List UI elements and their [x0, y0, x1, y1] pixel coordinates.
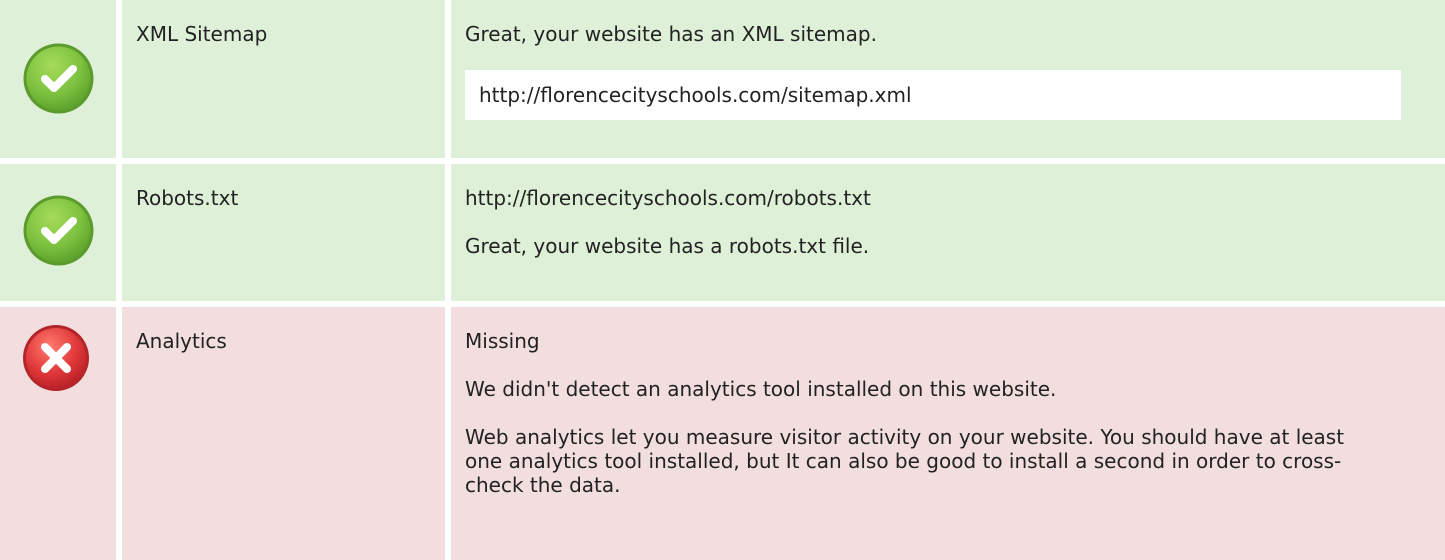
red-cross-icon [20, 322, 92, 394]
green-checkmark-icon [21, 193, 96, 268]
check-message: Great, your website has an XML sitemap. [465, 22, 877, 46]
check-description-cell: http://florencecityschools.com/robots.tx… [451, 164, 1445, 301]
check-result: Missing [465, 329, 540, 353]
check-message: Great, your website has a robots.txt fil… [465, 234, 870, 258]
check-name-cell: Analytics [122, 307, 445, 560]
check-name: Robots.txt [136, 186, 239, 210]
check-message: We didn't detect an analytics tool insta… [465, 377, 1057, 401]
check-description-cell: Great, your website has an XML sitemap. … [451, 0, 1445, 158]
check-row-analytics: Analytics Missing We didn't detect an an… [0, 307, 1445, 560]
check-name: Analytics [136, 329, 227, 353]
check-row-xml-sitemap: XML Sitemap Great, your website has an X… [0, 0, 1445, 158]
green-checkmark-icon [21, 41, 96, 116]
sitemap-url: http://florencecityschools.com/sitemap.x… [465, 70, 1401, 120]
check-explanation: Web analytics let you measure visitor ac… [465, 425, 1345, 497]
robots-url: http://florencecityschools.com/robots.tx… [465, 186, 871, 210]
check-row-robots-txt: Robots.txt http://florencecityschools.co… [0, 164, 1445, 301]
check-name: XML Sitemap [136, 22, 268, 46]
check-name-cell: XML Sitemap [122, 0, 445, 158]
check-name-cell: Robots.txt [122, 164, 445, 301]
check-description-cell: Missing We didn't detect an analytics to… [451, 307, 1445, 560]
seo-report-table: XML Sitemap Great, your website has an X… [0, 0, 1445, 560]
